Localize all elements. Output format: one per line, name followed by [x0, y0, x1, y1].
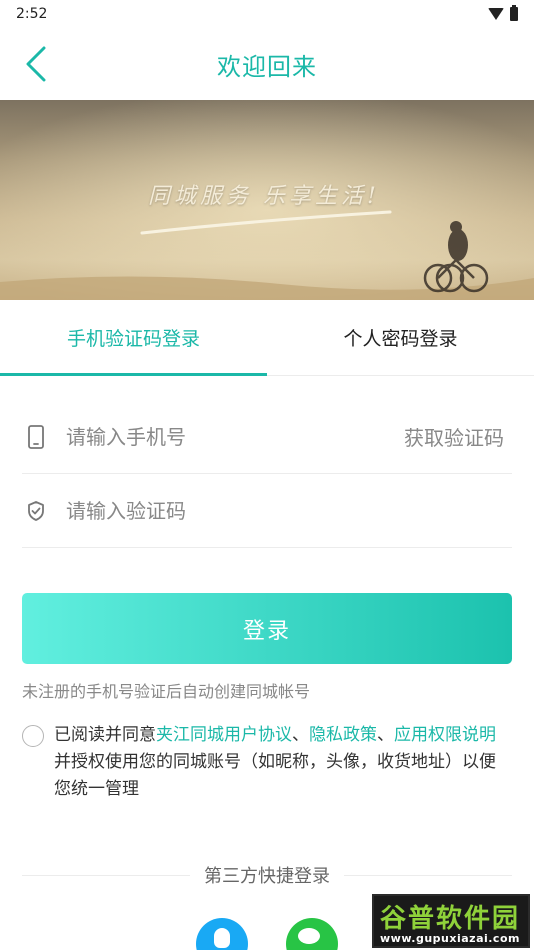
- third-party-title: 第三方快捷登录: [204, 866, 330, 887]
- agreement-prefix: 已阅读并同意: [54, 725, 156, 745]
- login-tabs: 手机验证码登录 个人密码登录: [0, 300, 534, 376]
- divider-line: [22, 874, 190, 876]
- tab-password-login[interactable]: 个人密码登录: [267, 300, 534, 375]
- get-code-button[interactable]: 获取验证码: [404, 422, 512, 451]
- wechat-icon: [298, 928, 320, 944]
- page-title: 欢迎回来: [217, 52, 317, 81]
- phone-icon: [22, 423, 50, 451]
- wifi-icon: [488, 8, 504, 20]
- agreement-text: 已阅读并同意夹江同城用户协议、隐私政策、应用权限说明并授权使用您的同城账号（如昵…: [54, 722, 512, 803]
- code-field-row: [22, 474, 512, 548]
- qq-icon: [214, 928, 230, 948]
- watermark-title: 谷普软件园: [380, 904, 521, 934]
- tab-sms-login[interactable]: 手机验证码登录: [0, 300, 267, 376]
- qq-login-button[interactable]: [196, 918, 248, 950]
- status-bar: 2:52: [0, 0, 534, 28]
- status-icons: [488, 5, 518, 21]
- divider-line: [344, 874, 512, 876]
- phone-input[interactable]: [66, 424, 404, 449]
- banner-caption: 同城服务 乐享生活!: [148, 184, 380, 209]
- chevron-left-icon: [26, 46, 46, 82]
- code-input[interactable]: [66, 498, 512, 523]
- third-party-divider: 第三方快捷登录: [22, 860, 512, 890]
- shield-icon: [22, 497, 50, 525]
- login-button[interactable]: 登录: [22, 593, 512, 664]
- status-time: 2:52: [16, 6, 48, 22]
- phone-field-row: 获取验证码: [22, 400, 512, 474]
- watermark-url: www.gupuxiazai.com: [380, 932, 520, 945]
- watermark-logo: 谷普软件园 www.gupuxiazai.com: [372, 894, 530, 948]
- register-hint: 未注册的手机号验证后自动创建同城帐号: [22, 682, 311, 701]
- user-agreement-link[interactable]: 夹江同城用户协议: [156, 725, 292, 745]
- agreement-separator: 、: [292, 725, 309, 745]
- agreement-suffix: 并授权使用您的同城账号（如昵称，头像，收货地址）以便您统一管理: [54, 752, 496, 799]
- permissions-link[interactable]: 应用权限说明: [394, 725, 496, 745]
- agreement-row: 已阅读并同意夹江同城用户协议、隐私政策、应用权限说明并授权使用您的同城账号（如昵…: [22, 722, 512, 803]
- banner-image: 同城服务 乐享生活!: [0, 100, 534, 300]
- wechat-login-button[interactable]: [286, 918, 338, 950]
- back-button[interactable]: [22, 46, 52, 82]
- title-bar: 欢迎回来: [0, 28, 534, 100]
- agreement-checkbox[interactable]: [22, 725, 44, 747]
- battery-icon: [510, 5, 518, 21]
- privacy-policy-link[interactable]: 隐私政策: [309, 725, 377, 745]
- agreement-separator: 、: [377, 725, 394, 745]
